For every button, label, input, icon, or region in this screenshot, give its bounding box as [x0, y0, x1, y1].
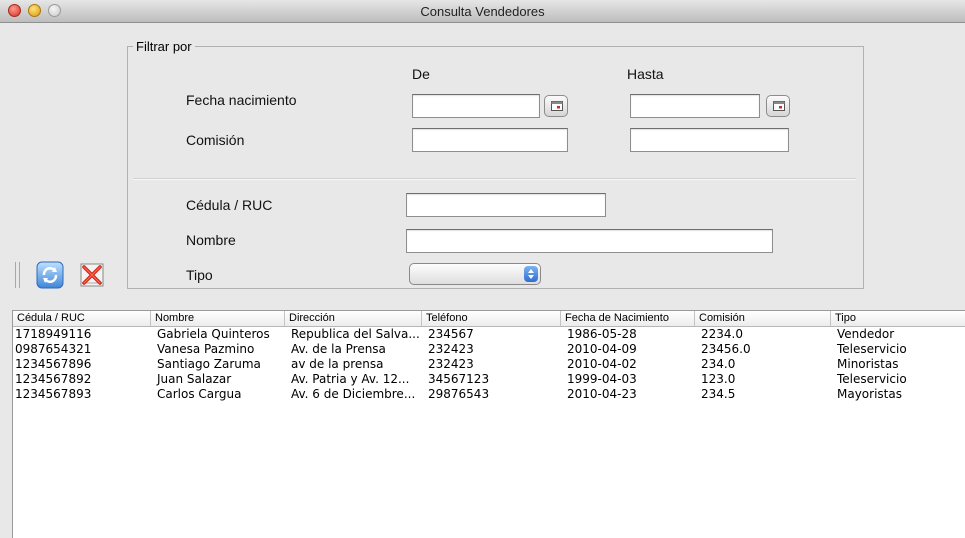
- from-column-label: De: [412, 66, 430, 82]
- cell-direccion: Av. 6 de Diciembre...: [291, 387, 416, 401]
- cell-comision: 234.5: [701, 387, 736, 401]
- commission-to-field[interactable]: [630, 128, 789, 152]
- toolbar-grip[interactable]: [15, 262, 20, 288]
- cell-ruc: 1234567896: [15, 357, 92, 371]
- cell-nombre: Juan Salazar: [157, 372, 232, 386]
- consulta-vendedores-window: Consulta Vendedores Filtrar por De Hasta…: [0, 0, 965, 538]
- cell-telefono: 29876543: [428, 387, 490, 401]
- cell-ruc: 1234567893: [15, 387, 92, 401]
- cell-comision: 23456.0: [701, 342, 751, 356]
- table-row[interactable]: 1718949116 Gabriela Quinteros Republica …: [13, 327, 965, 342]
- cell-tipo: Minoristas: [837, 357, 899, 371]
- cell-fecha-nacimiento: 1986-05-28: [567, 327, 637, 341]
- ruc-label: Cédula / RUC: [186, 197, 273, 213]
- birth-date-from-field[interactable]: [412, 94, 540, 118]
- column-header-direccion[interactable]: Dirección: [285, 311, 422, 326]
- clear-button[interactable]: [78, 261, 106, 289]
- cell-telefono: 234567: [428, 327, 474, 341]
- cell-tipo: Mayoristas: [837, 387, 902, 401]
- filter-separator: [133, 178, 856, 180]
- column-header-fecha-nacimiento[interactable]: Fecha de Nacimiento: [561, 311, 695, 326]
- commission-from-field[interactable]: [412, 128, 568, 152]
- cell-nombre: Santiago Zaruma: [157, 357, 261, 371]
- window-title: Consulta Vendedores: [420, 4, 545, 19]
- ruc-field[interactable]: [406, 193, 606, 217]
- column-header-ruc[interactable]: Cédula / RUC: [13, 311, 151, 326]
- column-header-tipo[interactable]: Tipo: [831, 311, 965, 326]
- column-header-comision[interactable]: Comisión: [695, 311, 831, 326]
- cell-telefono: 232423: [428, 342, 474, 356]
- cell-tipo: Vendedor: [837, 327, 895, 341]
- title-bar: Consulta Vendedores: [0, 0, 965, 23]
- cell-fecha-nacimiento: 2010-04-23: [567, 387, 637, 401]
- cell-fecha-nacimiento: 2010-04-09: [567, 342, 637, 356]
- refresh-button[interactable]: [36, 261, 64, 289]
- name-field[interactable]: [406, 229, 773, 253]
- birth-date-to-calendar-button[interactable]: [766, 95, 790, 117]
- table-row[interactable]: 1234567893 Carlos Cargua Av. 6 de Diciem…: [13, 387, 965, 402]
- cell-tipo: Teleservicio: [837, 372, 907, 386]
- cell-telefono: 232423: [428, 357, 474, 371]
- filter-legend: Filtrar por: [133, 39, 195, 54]
- table-row[interactable]: 1234567892 Juan Salazar Av. Patria y Av.…: [13, 372, 965, 387]
- column-header-telefono[interactable]: Teléfono: [422, 311, 561, 326]
- results-table[interactable]: Cédula / RUC Nombre Dirección Teléfono F…: [12, 310, 965, 538]
- birth-date-from-calendar-button[interactable]: [544, 95, 568, 117]
- type-select[interactable]: [409, 263, 541, 285]
- table-row[interactable]: 0987654321 Vanesa Pazmino Av. de la Pren…: [13, 342, 965, 357]
- cell-direccion: Republica del Salva...: [291, 327, 420, 341]
- birth-date-to-field[interactable]: [630, 94, 760, 118]
- cell-direccion: Av. de la Prensa: [291, 342, 386, 356]
- calendar-icon: [773, 101, 785, 111]
- cell-ruc: 1234567892: [15, 372, 92, 386]
- cell-comision: 2234.0: [701, 327, 743, 341]
- cell-tipo: Teleservicio: [837, 342, 907, 356]
- table-header: Cédula / RUC Nombre Dirección Teléfono F…: [13, 311, 965, 327]
- refresh-icon: [36, 261, 64, 289]
- calendar-icon: [551, 101, 563, 111]
- cell-nombre: Vanesa Pazmino: [157, 342, 255, 356]
- to-column-label: Hasta: [627, 66, 664, 82]
- cell-fecha-nacimiento: 2010-04-02: [567, 357, 637, 371]
- column-header-nombre[interactable]: Nombre: [151, 311, 285, 326]
- cell-nombre: Carlos Cargua: [157, 387, 242, 401]
- name-label: Nombre: [186, 232, 236, 248]
- clear-icon: [80, 263, 104, 287]
- cell-fecha-nacimiento: 1999-04-03: [567, 372, 637, 386]
- cell-telefono: 34567123: [428, 372, 490, 386]
- birth-date-label: Fecha nacimiento: [186, 92, 297, 108]
- cell-comision: 123.0: [701, 372, 736, 386]
- commission-label: Comisión: [186, 132, 245, 148]
- cell-ruc: 0987654321: [15, 342, 92, 356]
- type-label: Tipo: [186, 267, 213, 283]
- table-row[interactable]: 1234567896 Santiago Zaruma av de la pren…: [13, 357, 965, 372]
- cell-comision: 234.0: [701, 357, 736, 371]
- select-arrows-icon: [524, 266, 538, 282]
- cell-direccion: av de la prensa: [291, 357, 384, 371]
- cell-nombre: Gabriela Quinteros: [157, 327, 270, 341]
- cell-direccion: Av. Patria y Av. 12...: [291, 372, 410, 386]
- cell-ruc: 1718949116: [15, 327, 92, 341]
